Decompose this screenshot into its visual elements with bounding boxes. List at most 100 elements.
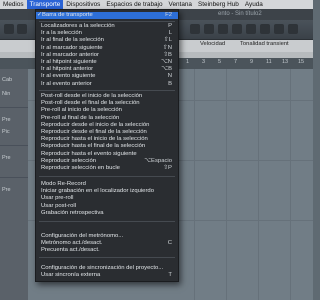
menu-steinberg-hub[interactable]: Steinberg Hub [195,0,242,9]
menu-item-label: Ir a la selección [41,30,82,37]
toolbar-button[interactable] [288,24,298,34]
menu-ventana[interactable]: Ventana [166,0,195,9]
toolbar-button[interactable] [260,24,270,34]
menu-item[interactable]: Ir al hitpoint siguiente ⌥N [36,59,178,66]
menu-item[interactable]: Reproducir hasta el inicio de la selecci… [36,136,178,143]
toolbar-button[interactable] [4,24,14,34]
menu-separator [39,176,175,177]
track-label: Nin [2,91,11,97]
menu-item-label: Usar sincronía externa [41,272,101,279]
menu-item[interactable]: Reproducir desde el inicio de la selecci… [36,122,178,129]
menu-item-label: Ir al evento anterior [41,80,92,87]
menu-item-shortcut: ⌥Espacio [144,157,172,164]
menu-item-barra-de-transporte[interactable]: ✓ Barra de transporte F2 [36,12,178,20]
menu-item-label: Iniciar grabación en el localizador izqu… [41,188,154,195]
menu-item[interactable]: Pre-roll al final de la selección [36,115,178,122]
menu-ayuda[interactable]: Ayuda [242,0,266,9]
menu-item-label: Configuración de sincronización del proy… [41,265,164,271]
menu-item-label: Ir al marcador siguiente [41,44,103,51]
menu-item[interactable]: Configuración del metrónomo... [36,233,178,240]
menu-item[interactable]: Ir al final de la selección ⇧L [36,37,178,44]
ruler-number: 9 [250,59,254,65]
ruler-number: 11 [266,59,272,65]
track-label: Pre [2,117,11,123]
menu-item[interactable]: Reproducir hasta el evento siguiente [36,151,178,158]
toolbar-button[interactable] [246,24,256,34]
menu-item-shortcut: F2 [165,12,172,18]
track-list-panel: Cab Nin Pre Pic Pre Pre [0,69,28,300]
menu-item-shortcut: ⇧B [163,51,172,58]
menu-item-label: Ir al final de la selección [41,37,104,44]
menu-dispositivos[interactable]: Dispositivos [63,0,103,9]
menu-item[interactable]: Ir a la selección L [36,30,178,37]
ruler-number: 1 [186,59,190,65]
menu-item[interactable]: Reproducir selección ⌥Espacio [36,158,178,165]
menu-bar: Medios Transporte Dispositivos Espacios … [0,0,313,9]
toolbar-button[interactable] [218,24,228,34]
menu-item-label: Reproducir desde el final de la selecció… [41,129,147,135]
menu-item-label: Grabación retrospectiva [41,209,104,216]
menu-item-label: Reproducir desde el inicio de la selecci… [41,121,150,128]
menu-item[interactable]: Modo Re-Record [36,181,178,188]
toolbar-button[interactable] [232,24,242,34]
menu-item[interactable]: Reproducir hasta el final de la selecció… [36,143,178,150]
menu-item-shortcut: P [168,23,172,29]
menu-item-label: Precuenta act./desact. [41,247,100,254]
menu-item-label: Usar pre-roll [41,195,74,202]
menu-item[interactable]: Precuenta act./desact. [36,247,178,254]
menu-item[interactable]: Usar sincronía externa T [36,272,178,279]
grid-line [226,69,227,300]
menu-item-label: Reproducir hasta el evento siguiente [41,150,137,157]
grid-line [290,69,291,300]
menu-item[interactable]: Ir al evento anterior B [36,81,178,88]
menu-item[interactable]: Ir al marcador siguiente ⇧N [36,45,178,52]
menu-espacios-de-trabajo[interactable]: Espacios de trabajo [103,0,165,9]
menu-item[interactable]: Post-roll desde el final de la selección [36,100,178,107]
menu-item[interactable]: Reproducir desde el final de la selecció… [36,129,178,136]
menu-item-label: Reproducir selección en bucle [41,165,120,171]
toolbar-button[interactable] [190,24,200,34]
menu-item-label: Post-roll desde el final de la selección [41,100,140,107]
menu-item-label: Post-roll desde el inicio de la selecció… [41,93,143,99]
toolbar-button[interactable] [17,24,27,34]
ruler-number: 13 [282,59,289,65]
toolbar-button[interactable] [274,24,284,34]
menu-item-shortcut: B [168,80,172,87]
menu-item-shortcut: C [167,240,172,247]
menu-item[interactable]: Usar pre-roll [36,195,178,202]
menu-item[interactable]: Iniciar grabación en el localizador izqu… [36,188,178,195]
ruler-number: 3 [202,59,206,65]
menu-separator [39,257,175,258]
menu-item-label: Usar post-roll [41,202,77,209]
menu-item[interactable]: Post-roll desde el inicio de la selecció… [36,93,178,100]
menu-item[interactable]: Reproducir selección en bucle ⇧P [36,165,178,172]
transporte-menu: ✓ Barra de transporte F2 Localizadores a… [35,9,179,282]
menu-item-shortcut: ⇧L [163,37,172,44]
menu-item[interactable]: Usar post-roll [36,203,178,210]
menu-item-label: Metrónomo act./desact. [41,240,103,247]
menu-item[interactable]: Ir al marcador anterior ⇧B [36,52,178,59]
menu-item-label: Ir al marcador anterior [41,51,99,58]
menu-item[interactable]: Configuración de sincronización del proy… [36,265,178,272]
menu-item[interactable]: Grabación retrospectiva [36,210,178,217]
info-tonalidad-header: Tonalidad transient [240,41,289,47]
menu-item[interactable]: Metrónomo act./desact. C [36,240,178,247]
menu-item-label: Pre-roll al inicio de la selección [41,107,122,114]
menu-transporte[interactable]: Transporte [26,0,64,9]
toolbar-button[interactable] [204,24,214,34]
panel-divider [0,145,28,146]
menu-item-shortcut: N [167,73,172,80]
menu-medios[interactable]: Medios [0,0,27,9]
menu-separator [39,21,175,22]
menu-item[interactable]: Pre-roll al inicio de la selección [36,107,178,114]
menu-item[interactable]: Ir al evento siguiente N [36,73,178,80]
menu-item-shortcut: ⌥B [161,66,172,73]
menu-item-label: Reproducir selección [41,157,97,164]
panel-divider [0,177,28,178]
grid-line [194,69,195,300]
info-velocidad-header: Velocidad [200,41,226,47]
menu-item-label: Ir al evento siguiente [41,73,96,80]
menu-separator [39,221,175,222]
menu-item[interactable]: Localizadores a la selección P [36,23,178,30]
menu-item[interactable]: Ir al hitpoint anterior ⌥B [36,66,178,73]
